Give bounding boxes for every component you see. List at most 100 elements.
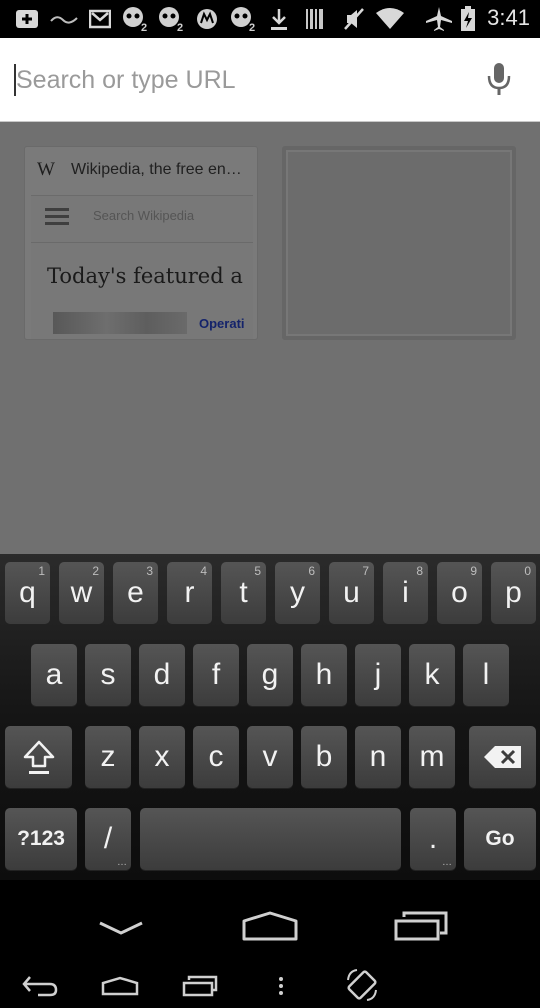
- navigation-bar: [0, 880, 540, 1008]
- empty-tile: [282, 146, 516, 340]
- svg-text:2: 2: [177, 22, 183, 32]
- key-j[interactable]: j: [355, 644, 401, 706]
- skull-notification-icon: 2: [120, 7, 150, 32]
- thumbnail-image: [53, 312, 187, 334]
- chevron-down-icon: [99, 921, 143, 935]
- key-label: l: [482, 658, 490, 691]
- key-i[interactable]: i8: [383, 562, 428, 624]
- key-x[interactable]: x: [139, 726, 185, 788]
- status-time: 3:41: [487, 5, 530, 30]
- most-visited-tile[interactable]: W Wikipedia, the free en… Search Wikiped…: [24, 146, 258, 340]
- key-h[interactable]: h: [301, 644, 347, 706]
- key-hint: 6: [308, 564, 315, 578]
- home-button[interactable]: [234, 904, 306, 948]
- back-button[interactable]: [16, 970, 64, 1002]
- key-a[interactable]: a: [31, 644, 77, 706]
- url-input[interactable]: [16, 62, 456, 98]
- key-k[interactable]: k: [409, 644, 455, 706]
- key-slash[interactable]: /…: [85, 808, 131, 870]
- key-hint: 1: [38, 564, 45, 578]
- key-y[interactable]: y6: [275, 562, 320, 624]
- key-hint: 0: [524, 564, 531, 578]
- key-z[interactable]: z: [85, 726, 131, 788]
- recent-apps-button[interactable]: [386, 904, 456, 948]
- key-label: m: [419, 740, 445, 773]
- key-r[interactable]: r4: [167, 562, 212, 624]
- microphone-icon: [487, 63, 511, 95]
- gmail-icon: [88, 7, 112, 31]
- thumbnail-heading: Today's featured a: [47, 264, 243, 288]
- key-f[interactable]: f: [193, 644, 239, 706]
- overflow-menu-icon: [279, 977, 283, 995]
- battery-charging-icon: [458, 6, 478, 31]
- hide-keyboard-button[interactable]: [86, 908, 156, 948]
- app-notification-icon: [48, 7, 80, 31]
- key-p[interactable]: p0: [491, 562, 536, 624]
- barcode-icon: [304, 7, 326, 31]
- key-w[interactable]: w2: [59, 562, 104, 624]
- motorola-icon: [194, 7, 220, 31]
- key-label: b: [315, 740, 333, 773]
- key-label: z: [100, 740, 116, 773]
- rotate-screen-button[interactable]: [338, 966, 386, 1004]
- key-hint: 5: [254, 564, 261, 578]
- recent-apps-button-secondary[interactable]: [176, 970, 224, 1002]
- key-label: y: [290, 576, 305, 609]
- backspace-icon: [483, 746, 521, 768]
- key-period[interactable]: .…: [410, 808, 456, 870]
- url-bar: [0, 38, 540, 122]
- key-label: g: [261, 658, 279, 691]
- recent-apps-icon: [182, 975, 218, 997]
- key-hint: 3: [146, 564, 153, 578]
- key-t[interactable]: t5: [221, 562, 266, 624]
- key-hint: 2: [92, 564, 99, 578]
- key-hint: 4: [200, 564, 207, 578]
- shift-key[interactable]: [5, 726, 72, 788]
- key-label: .: [428, 822, 438, 855]
- download-icon: [268, 7, 290, 31]
- key-label: e: [127, 576, 144, 609]
- key-b[interactable]: b: [301, 726, 347, 788]
- key-g[interactable]: g: [247, 644, 293, 706]
- menu-button[interactable]: [266, 970, 296, 1002]
- airplane-mode-icon: [424, 7, 454, 31]
- thumbnail-link: Operati: [199, 316, 245, 331]
- key-label: /: [103, 822, 113, 855]
- new-tab-page: W Wikipedia, the free en… Search Wikiped…: [0, 122, 540, 554]
- key-m[interactable]: m: [409, 726, 455, 788]
- home-button-secondary[interactable]: [96, 970, 144, 1002]
- key-l[interactable]: l: [463, 644, 509, 706]
- key-n[interactable]: n: [355, 726, 401, 788]
- key-c[interactable]: c: [193, 726, 239, 788]
- go-key[interactable]: Go: [464, 808, 536, 870]
- key-e[interactable]: e3: [113, 562, 158, 624]
- key-label: x: [154, 740, 170, 773]
- more-keys-indicator: …: [117, 857, 127, 868]
- backspace-key[interactable]: [469, 726, 536, 788]
- thumbnail-search-text: Search Wikipedia: [93, 208, 195, 223]
- divider: [31, 242, 253, 243]
- key-u[interactable]: u7: [329, 562, 374, 624]
- key-s[interactable]: s: [85, 644, 131, 706]
- wifi-icon: [374, 7, 406, 31]
- soft-keyboard: q1 w2 e3 r4 t5 y6 u7 i8 o9 p0 a s d f g …: [0, 554, 540, 880]
- spacebar-key[interactable]: [140, 808, 401, 870]
- key-hint: 7: [362, 564, 369, 578]
- svg-text:2: 2: [141, 22, 147, 32]
- key-label: c: [208, 740, 224, 773]
- key-v[interactable]: v: [247, 726, 293, 788]
- key-label: u: [343, 576, 360, 609]
- key-label: n: [369, 740, 387, 773]
- key-label: h: [315, 658, 333, 691]
- add-notification-icon: [14, 7, 40, 31]
- key-label: r: [184, 576, 195, 609]
- symbols-key[interactable]: ?123: [5, 808, 77, 870]
- key-label: v: [262, 740, 278, 773]
- key-q[interactable]: q1: [5, 562, 50, 624]
- key-d[interactable]: d: [139, 644, 185, 706]
- svg-text:2: 2: [249, 22, 255, 32]
- voice-search-button[interactable]: [476, 56, 522, 102]
- key-o[interactable]: o9: [437, 562, 482, 624]
- key-label: p: [505, 576, 522, 609]
- status-bar: 2 2 2 3:41: [0, 0, 540, 38]
